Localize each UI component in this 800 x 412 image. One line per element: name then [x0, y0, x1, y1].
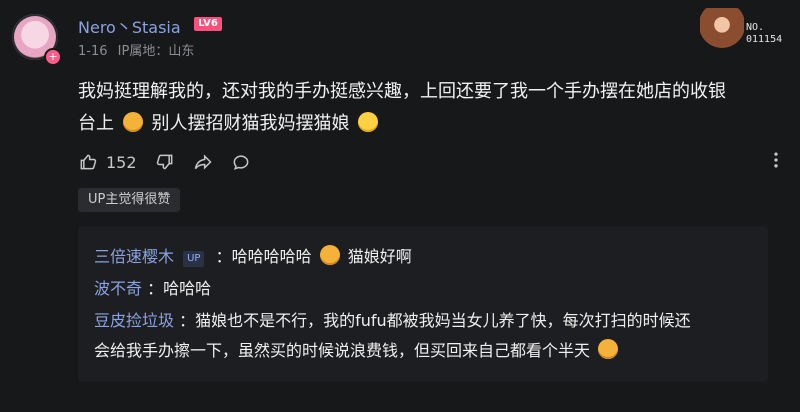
comment-text-line-2-b: 别人摆招财猫我妈摆猫娘: [151, 113, 350, 134]
avatar-badge-icon: +: [44, 48, 62, 66]
reply-item: 波不奇 ：哈哈哈: [94, 274, 752, 304]
comment-text-line-2: 台上 别人摆招财猫我妈摆猫娘: [78, 108, 748, 140]
comment-text-line-2-a: 台上: [78, 113, 114, 134]
reply-text: ：哈哈哈: [147, 279, 212, 298]
up-badge: UP: [183, 251, 205, 267]
comment-meta: 1-16 IP属地：山东: [78, 40, 194, 59]
level-badge: LV6: [194, 17, 222, 31]
comment-date: 1-16: [78, 44, 108, 59]
laugh-emoji-icon: [358, 112, 379, 132]
like-button[interactable]: 152: [78, 152, 137, 172]
reply-username[interactable]: 豆皮捡垃圾: [94, 311, 174, 330]
thumbs-down-icon: [155, 152, 175, 172]
share-button[interactable]: [193, 152, 213, 172]
dislike-button[interactable]: [155, 152, 175, 172]
reply-text-line-1: ：猫娘也不是不行，我的fufu都被我妈当女儿养了快，每次打扫的时候还: [179, 311, 691, 330]
reply-item: 豆皮捡垃圾 ：猫娘也不是不行，我的fufu都被我妈当女儿养了快，每次打扫的时候还…: [94, 306, 752, 366]
comment-bubble-icon: [231, 152, 251, 172]
reply-button[interactable]: [231, 152, 251, 172]
cat-emoji-icon: [319, 245, 340, 265]
comment-ip: IP属地：山东: [117, 44, 195, 59]
comment-text-line-1: 我妈挺理解我的，还对我的手办挺感兴趣，上回还要了我一个手办摆在她店的收银: [78, 81, 726, 102]
like-count: 152: [106, 152, 137, 172]
comment-username[interactable]: Nero丶Stasia: [78, 14, 181, 38]
comment-content: 我妈挺理解我的，还对我的手办挺感兴趣，上回还要了我一个手办摆在她店的收银 台上 …: [78, 76, 748, 140]
reply-text: ：哈哈哈哈哈: [215, 247, 312, 266]
cat-emoji-icon: [122, 112, 143, 132]
reply-text-suffix: 猫娘好啊: [347, 247, 412, 266]
cat-emoji-icon: [598, 339, 619, 359]
thumbs-up-icon: [78, 152, 98, 172]
decoration-card[interactable]: NO. 011154: [700, 8, 790, 58]
comment-actions: 152: [78, 150, 251, 174]
more-options-icon[interactable]: [766, 150, 786, 170]
up-liked-tag: UP主觉得很赞: [78, 188, 181, 212]
reply-username[interactable]: 波不奇: [94, 279, 142, 298]
decoration-figure-icon: [700, 8, 744, 56]
reply-username[interactable]: 三倍速樱木: [94, 247, 174, 266]
reply-item: 三倍速樱木 UP ：哈哈哈哈哈 猫娘好啊: [94, 242, 752, 272]
decoration-id: NO. 011154: [746, 22, 783, 45]
reply-text-line-2: 会给我手办擦一下，虽然买的时候说浪费钱，但买回来自己都看个半天: [94, 341, 591, 360]
replies-panel: 三倍速樱木 UP ：哈哈哈哈哈 猫娘好啊 波不奇 ：哈哈哈 豆皮捡垃圾 ：猫娘也…: [78, 226, 768, 382]
share-icon: [193, 152, 213, 172]
